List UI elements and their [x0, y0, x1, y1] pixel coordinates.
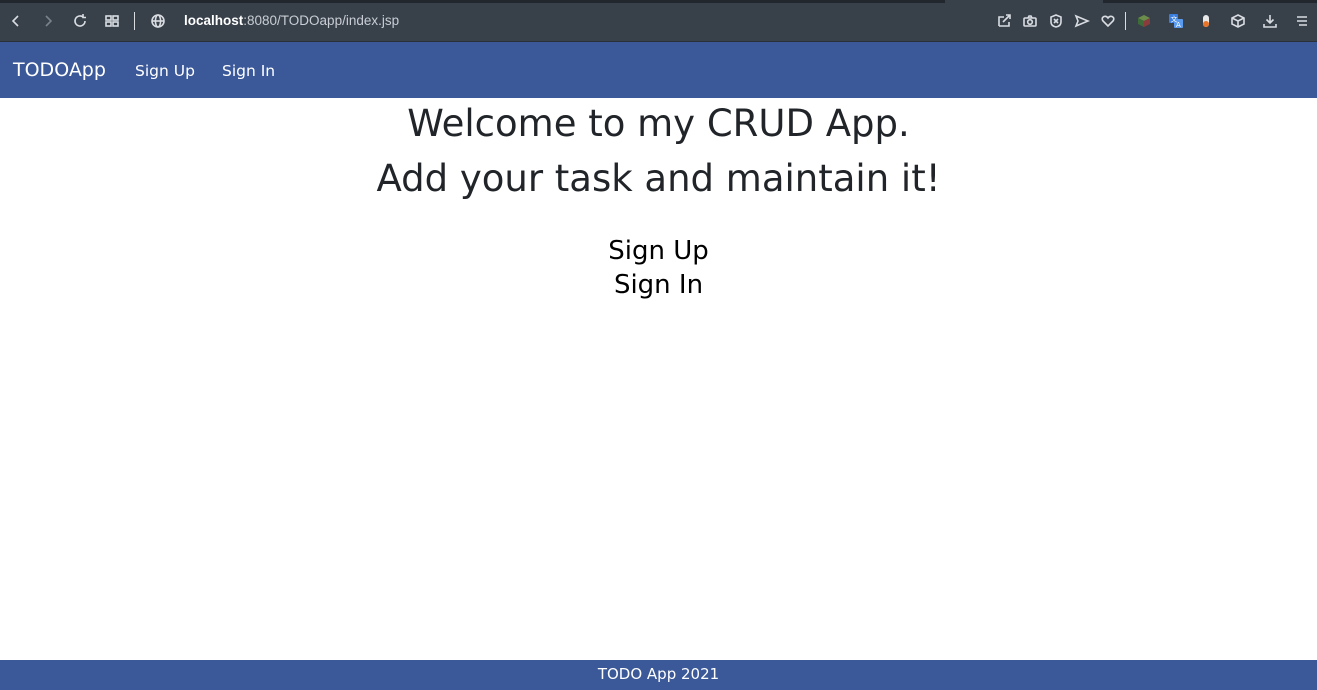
favorite-button[interactable] — [1098, 11, 1118, 31]
camera-icon — [1023, 15, 1037, 27]
reload-icon — [74, 14, 86, 27]
site-info-button[interactable] — [148, 11, 168, 31]
main-signin-link[interactable]: Sign In — [614, 270, 703, 300]
navbar-brand[interactable]: TODOApp — [13, 59, 106, 81]
toolbar-divider-2 — [1125, 12, 1126, 30]
translate-button[interactable]: 文A — [1166, 11, 1186, 31]
downloads-button[interactable] — [1260, 11, 1280, 31]
screenshot-button[interactable] — [1020, 11, 1040, 31]
extension-pill-button[interactable] — [1196, 11, 1216, 31]
browser-toolbar: localhost:8080/TODOapp/index.jsp 文A — [0, 0, 1317, 42]
globe-icon — [151, 14, 165, 28]
toolbar-divider — [134, 12, 135, 30]
svg-text:A: A — [1176, 21, 1181, 29]
back-button[interactable] — [6, 11, 26, 31]
cube-extension-icon — [1138, 15, 1150, 27]
translate-icon: 文A — [1169, 14, 1183, 29]
shield-x-icon — [1050, 14, 1062, 28]
menu-button[interactable] — [1292, 11, 1312, 31]
extensions-button[interactable] — [1228, 11, 1248, 31]
share-icon — [998, 14, 1011, 27]
main-signup-link[interactable]: Sign Up — [608, 236, 709, 266]
heart-icon — [1101, 15, 1115, 28]
pill-icon — [1203, 15, 1209, 27]
box-icon — [1231, 14, 1245, 28]
page-footer: TODO App 2021 — [0, 660, 1317, 690]
url-host: localhost — [184, 13, 244, 28]
grid-icon — [105, 15, 119, 27]
welcome-heading: Welcome to my CRUD App. — [407, 102, 910, 145]
chevron-left-icon — [11, 15, 19, 27]
address-bar[interactable]: localhost:8080/TODOapp/index.jsp — [184, 13, 399, 28]
tab-strip-right — [1103, 0, 1317, 3]
menu-lines-icon — [1297, 16, 1307, 26]
app-navbar: TODOApp Sign Up Sign In — [0, 42, 1317, 98]
footer-text: TODO App 2021 — [597, 665, 720, 683]
signin-link-row: Sign In — [0, 270, 1317, 300]
nav-signup-link[interactable]: Sign Up — [135, 62, 195, 80]
reload-button[interactable] — [70, 11, 90, 31]
adblock-button[interactable] — [1046, 11, 1066, 31]
share-button[interactable] — [994, 11, 1014, 31]
tab-strip — [0, 0, 945, 3]
extension-cube-button[interactable] — [1134, 11, 1154, 31]
nav-signin-link[interactable]: Sign In — [222, 62, 275, 80]
tabs-overview-button[interactable] — [102, 11, 122, 31]
send-button[interactable] — [1072, 11, 1092, 31]
send-icon — [1074, 14, 1090, 28]
forward-button[interactable] — [38, 11, 58, 31]
chevron-right-icon — [45, 15, 53, 27]
download-icon — [1263, 15, 1277, 28]
url-path: :8080/TODOapp/index.jsp — [243, 13, 400, 28]
tagline-heading: Add your task and maintain it! — [376, 157, 941, 200]
signup-link-row: Sign Up — [0, 236, 1317, 266]
